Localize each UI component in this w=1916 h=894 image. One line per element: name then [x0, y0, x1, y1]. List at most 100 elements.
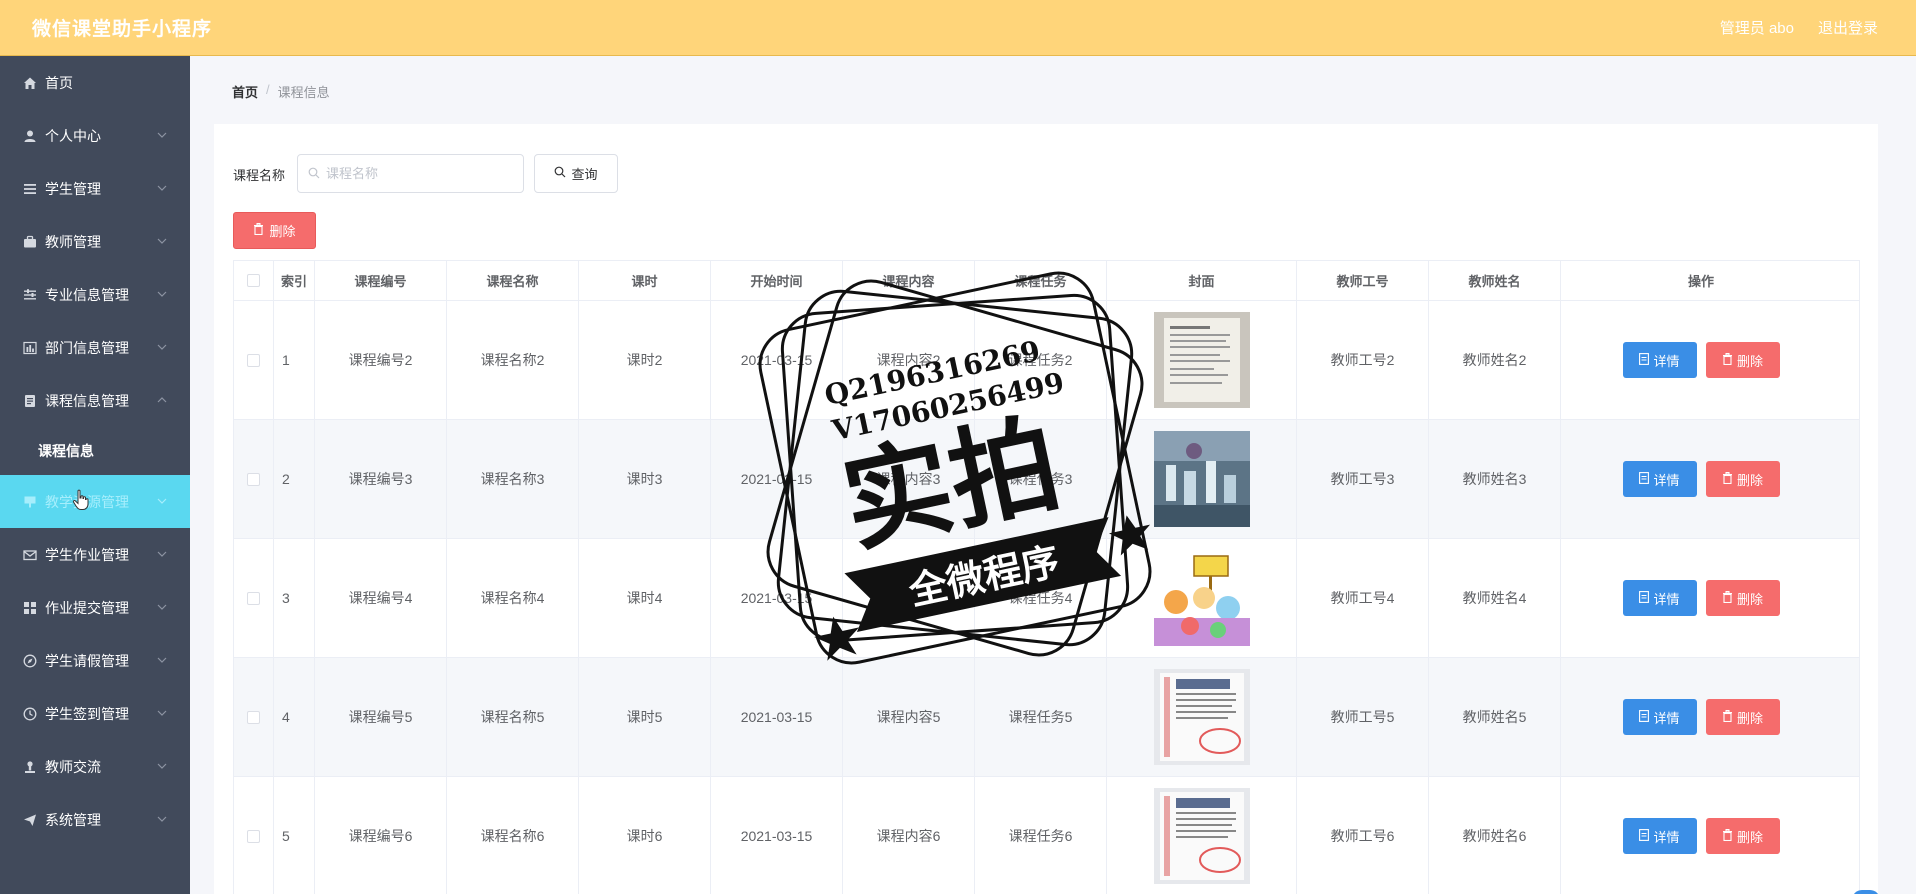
header-cell: 操作	[1687, 274, 1714, 289]
course-code-cell: 课程编号4	[315, 539, 447, 657]
sidebar-item-label: 首页	[45, 74, 73, 91]
chevron-down-icon	[156, 182, 168, 194]
detail-button[interactable]: 详情	[1622, 342, 1697, 378]
cover-cell	[1107, 301, 1297, 419]
query-button[interactable]: 查询	[534, 154, 618, 193]
row-checkbox[interactable]	[247, 353, 260, 367]
row-checkbox[interactable]	[247, 829, 260, 843]
header-cell: 课程名称	[447, 261, 579, 300]
header-select-all[interactable]	[234, 261, 274, 300]
sidebar-item-label: 教师交流	[45, 758, 101, 775]
admin-user-label[interactable]: 管理员 abo	[1720, 17, 1794, 38]
header-cell: 开始时间	[711, 261, 843, 300]
detail-button[interactable]: 详情	[1622, 461, 1697, 497]
sidebar-item-label: 个人中心	[45, 127, 101, 144]
table-row: 3 课程编号4 课程名称4 课时4 2021-03-15 课程内容4 课程任务4…	[234, 539, 1859, 658]
main-content: 首页 / 课程信息 课程名称 查询 删除 索引 课程编号 课程名称 课时 开始时…	[190, 56, 1916, 894]
teacher-name-cell: 教师姓名4	[1429, 539, 1561, 657]
table-row: 2 课程编号3 课程名称3 课时3 2021-03-15 课程内容3 课程任务3…	[234, 420, 1859, 539]
delete-button[interactable]: 删除	[1705, 342, 1780, 378]
hours-cell: 课时2	[579, 301, 711, 419]
breadcrumb-home[interactable]: 首页	[232, 82, 258, 101]
document-icon	[22, 393, 37, 408]
row-checkbox[interactable]	[247, 472, 260, 486]
doc-icon	[1639, 590, 1650, 606]
sidebar-item-teaching-resources[interactable]: 教学资源管理	[0, 475, 190, 528]
delete-label: 删除	[1736, 591, 1763, 607]
sidebar-item-departments[interactable]: 部门信息管理	[0, 321, 190, 374]
teacher-name-cell: 教师姓名5	[1429, 658, 1561, 776]
row-checkbox[interactable]	[247, 710, 260, 724]
logout-link[interactable]: 退出登录	[1818, 17, 1878, 38]
detail-button[interactable]: 详情	[1622, 818, 1697, 854]
teacher-no-cell: 教师工号4	[1297, 539, 1429, 657]
delete-button[interactable]: 删除	[1705, 461, 1780, 497]
teacher-no-cell: 教师工号5	[1297, 658, 1429, 776]
search-input-wrapper[interactable]	[297, 154, 524, 193]
top-bar: 微信课堂助手小程序 管理员 abo 退出登录	[0, 0, 1916, 56]
sidebar-item-leave[interactable]: 学生请假管理	[0, 634, 190, 687]
chevron-down-icon	[156, 341, 168, 353]
sidebar-item-teacher-exchange[interactable]: 教师交流	[0, 740, 190, 793]
bar-chart-icon	[22, 340, 37, 355]
start-time-cell: 2021-03-15	[711, 658, 843, 776]
sidebar-item-majors[interactable]: 专业信息管理	[0, 268, 190, 321]
sidebar-item-homework[interactable]: 学生作业管理	[0, 528, 190, 581]
detail-button[interactable]: 详情	[1622, 580, 1697, 616]
sidebar-item-submissions[interactable]: 作业提交管理	[0, 581, 190, 634]
index-cell: 5	[274, 777, 315, 894]
chevron-down-icon	[156, 760, 168, 772]
trash-icon	[1722, 590, 1733, 606]
paper-plane-icon	[22, 812, 37, 827]
delete-label: 删除	[1736, 472, 1763, 488]
task-cell: 课程任务2	[975, 301, 1107, 419]
course-name-cell: 课程名称6	[447, 777, 579, 894]
sidebar-item-students[interactable]: 学生管理	[0, 162, 190, 215]
header-cell: 封面	[1107, 261, 1297, 300]
hours-cell: 课时4	[579, 539, 711, 657]
sidebar: 首页 个人中心 学生管理 教师管理 专业信息管理 部门信息管理 课程信息管理 课…	[0, 56, 190, 894]
course-code-cell: 课程编号2	[315, 301, 447, 419]
detail-button[interactable]: 详情	[1622, 699, 1697, 735]
start-time-cell: 2021-03-15	[711, 301, 843, 419]
sidebar-item-personal[interactable]: 个人中心	[0, 109, 190, 162]
sidebar-item-label: 课程信息管理	[45, 392, 129, 409]
sidebar-item-system[interactable]: 系统管理	[0, 793, 190, 846]
row-checkbox[interactable]	[247, 591, 260, 605]
chevron-down-icon	[156, 495, 168, 507]
chevron-down-icon	[156, 129, 168, 141]
header-cell: 课程内容	[843, 261, 975, 300]
trash-icon	[1722, 828, 1733, 844]
sidebar-item-teachers[interactable]: 教师管理	[0, 215, 190, 268]
detail-label: 详情	[1653, 472, 1680, 488]
delete-button[interactable]: 删除	[1705, 580, 1780, 616]
teacher-no-cell: 教师工号3	[1297, 420, 1429, 538]
delete-button[interactable]: 删除	[1705, 818, 1780, 854]
sidebar-item-signin[interactable]: 学生签到管理	[0, 687, 190, 740]
doc-icon	[1639, 352, 1650, 368]
actions-cell: 详情 删除	[1561, 658, 1841, 776]
sidebar-item-courses[interactable]: 课程信息管理	[0, 374, 190, 427]
sidebar-subitem-course-info[interactable]: 课程信息	[0, 427, 190, 475]
sidebar-item-home[interactable]: 首页	[0, 56, 190, 109]
delete-button[interactable]: 删除	[1705, 699, 1780, 735]
sliders-icon	[22, 287, 37, 302]
doc-icon	[1639, 828, 1650, 844]
content-cell: 课程内容6	[843, 777, 975, 894]
top-right-actions: 管理员 abo 退出登录	[1720, 17, 1878, 38]
cover-image-worksheet	[1153, 669, 1250, 765]
course-name-cell: 课程名称3	[447, 420, 579, 538]
list-icon	[22, 181, 37, 196]
course-code-cell: 课程编号6	[315, 777, 447, 894]
compass-icon	[22, 653, 37, 668]
actions-cell: 详情 删除	[1561, 420, 1841, 538]
content-cell: 课程内容2	[843, 301, 975, 419]
bulk-delete-button[interactable]: 删除	[233, 212, 316, 249]
detail-label: 详情	[1653, 710, 1680, 726]
search-icon	[308, 166, 320, 182]
sidebar-item-label: 学生签到管理	[45, 705, 129, 722]
breadcrumb: 首页 / 课程信息	[232, 82, 330, 101]
search-input[interactable]	[326, 166, 516, 181]
select-all-checkbox[interactable]	[247, 274, 260, 287]
cover-cell	[1107, 420, 1297, 538]
